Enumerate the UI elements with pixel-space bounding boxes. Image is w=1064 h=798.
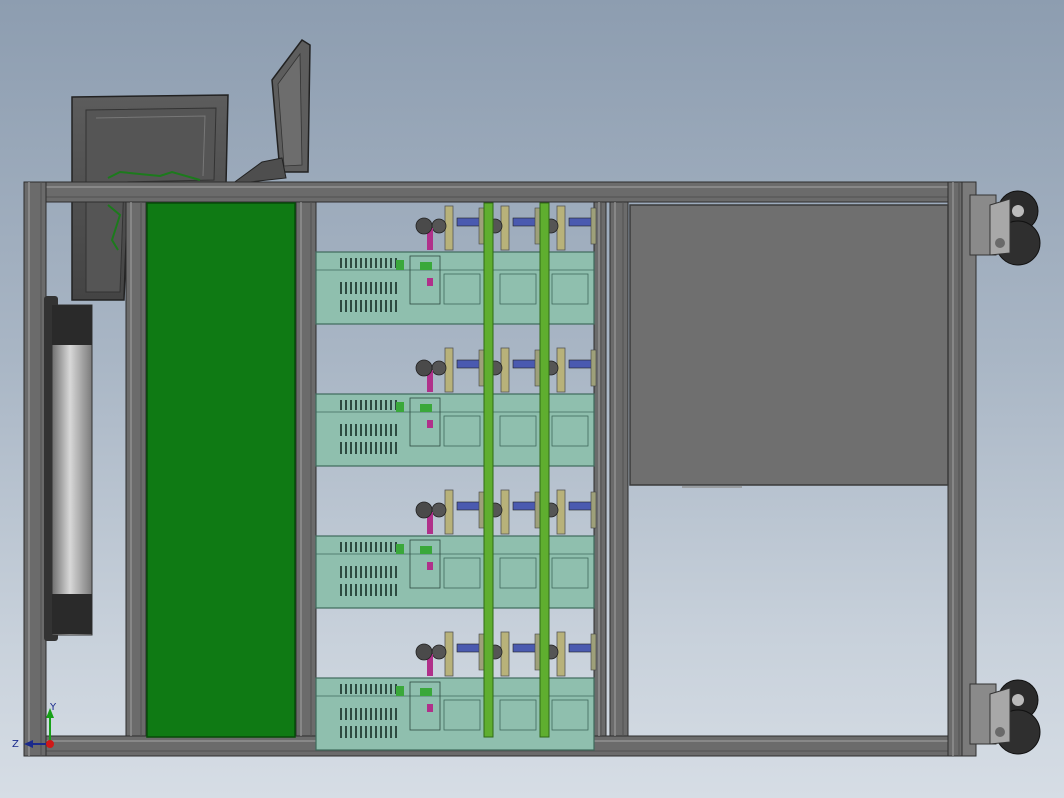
knob — [415, 217, 433, 235]
caster-wheel — [969, 190, 1041, 266]
caster-group — [969, 190, 1041, 755]
motor-assembly — [431, 489, 485, 535]
motor-assembly — [487, 489, 541, 535]
frame-bar — [23, 181, 965, 203]
power-module — [315, 393, 595, 467]
frame-bar — [295, 201, 317, 737]
module-row — [315, 205, 597, 325]
frame-bar — [609, 201, 629, 737]
tilted-panel — [230, 38, 311, 185]
power-module — [315, 535, 595, 609]
cad-viewport[interactable]: Y Z — [0, 0, 1064, 798]
motor-assembly — [431, 347, 485, 393]
motor-assembly — [543, 489, 597, 535]
triad-y-label: Y — [49, 702, 57, 713]
motor-assembly — [487, 205, 541, 251]
gray-enclosure — [629, 204, 949, 488]
knob — [415, 359, 433, 377]
motor-assembly — [431, 631, 485, 677]
module-row — [315, 631, 597, 751]
power-module — [315, 251, 595, 325]
frame-bar — [961, 181, 977, 757]
motor-assembly — [487, 347, 541, 393]
roller-handle — [44, 296, 93, 641]
triad-z-label: Z — [12, 739, 19, 750]
knob — [415, 643, 433, 661]
motor-assembly — [543, 631, 597, 677]
module-row — [315, 347, 597, 467]
module-row — [315, 489, 597, 609]
motor-assembly — [487, 631, 541, 677]
cad-drawing: Y Z — [12, 38, 1041, 757]
motor-assembly — [543, 347, 597, 393]
frame-bar — [125, 201, 147, 737]
green-panel — [146, 202, 296, 738]
frame-bar — [23, 181, 47, 757]
power-module — [315, 677, 595, 751]
module-array — [315, 205, 597, 751]
knob — [415, 501, 433, 519]
motor-assembly — [543, 205, 597, 251]
caster-wheel — [969, 679, 1041, 755]
motor-assembly — [431, 205, 485, 251]
